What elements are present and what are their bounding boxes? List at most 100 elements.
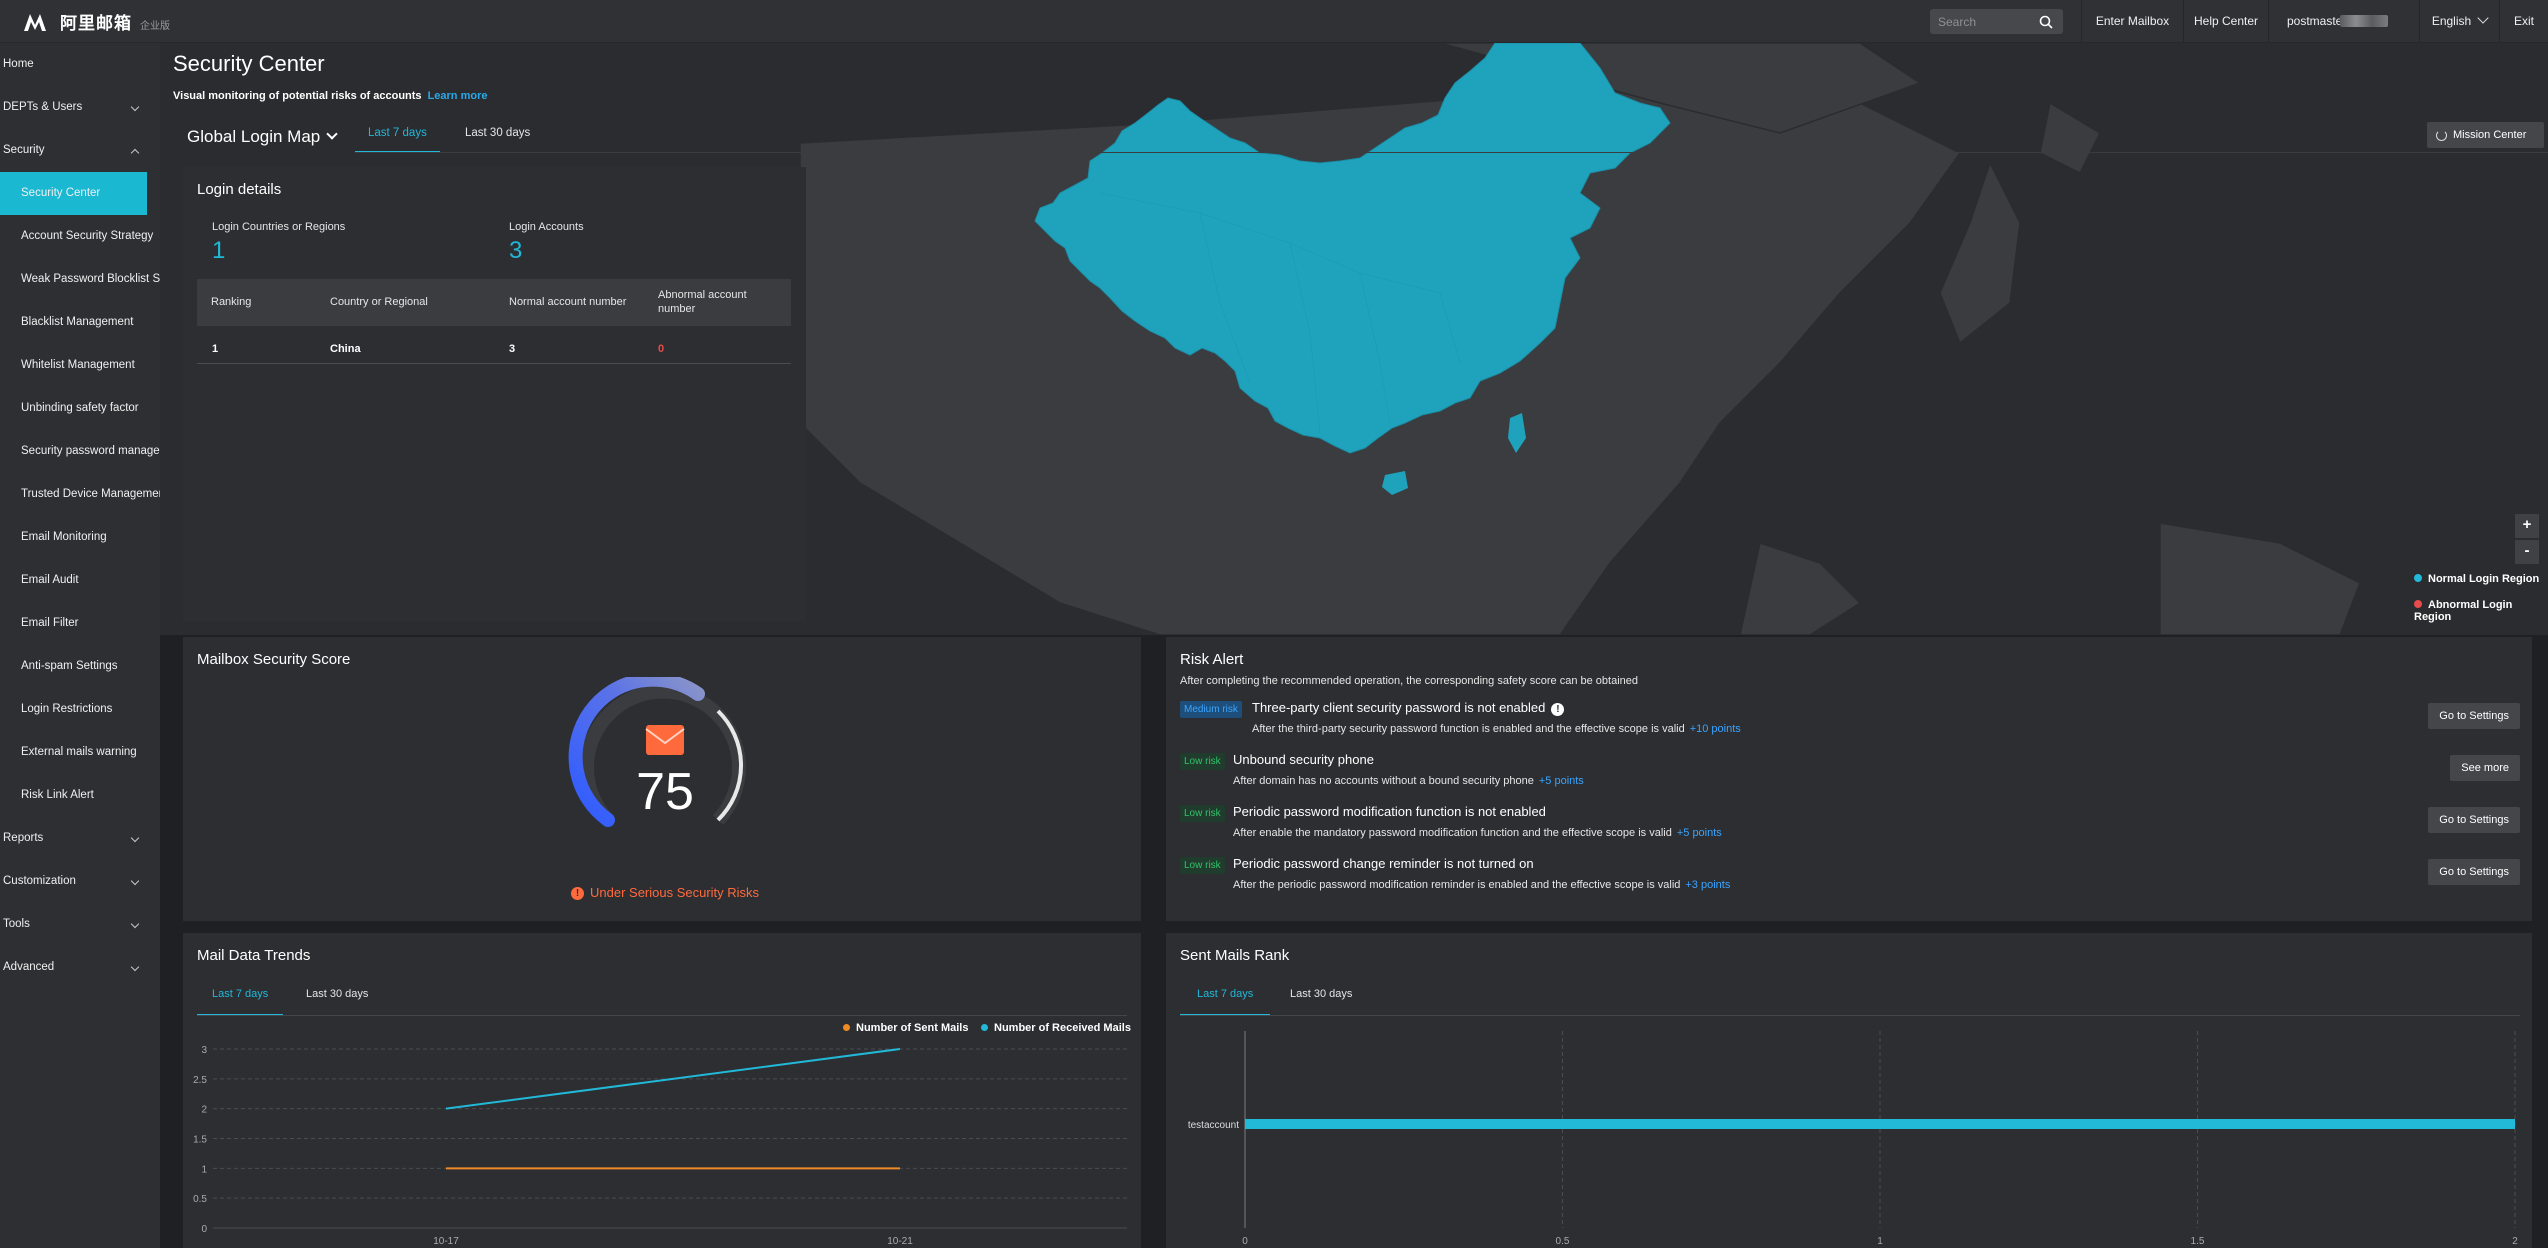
- x-tick-label: 2: [2512, 1236, 2518, 1247]
- y-tick-label: 2: [201, 1105, 207, 1116]
- sidebar-item-label: Login Restrictions: [21, 703, 113, 715]
- sidebar-item-tools[interactable]: Tools: [0, 903, 160, 946]
- y-tick-label: 0.5: [193, 1194, 207, 1205]
- sidebar-item-label: DEPTs & Users: [3, 101, 83, 113]
- sent-mails-bar-chart: 0 0.5 1 1.5 2 testaccount: [1188, 1031, 2518, 1247]
- mission-center-button[interactable]: Mission Center: [2427, 122, 2544, 148]
- risk-description-text: After domain has no accounts without a b…: [1233, 775, 1534, 787]
- sidebar-item-label: Weak Password Blocklist Set: [21, 273, 160, 285]
- chevron-down-icon: [130, 962, 140, 972]
- sidebar-item-reports[interactable]: Reports: [0, 817, 160, 860]
- search-input[interactable]: [1938, 13, 2038, 30]
- risk-item: Low risk Periodic password modification …: [1180, 803, 2520, 855]
- sidebar-item-whitelist-management[interactable]: Whitelist Management: [0, 344, 160, 387]
- legend-dot: [2414, 574, 2422, 582]
- sidebar-item-label: Advanced: [3, 961, 55, 973]
- map-title-dropdown[interactable]: Global Login Map: [187, 127, 338, 147]
- divider: [2268, 0, 2269, 43]
- sidebar-item-trusted-device-management[interactable]: Trusted Device Management: [0, 473, 160, 516]
- sidebar-item-label: Trusted Device Management: [21, 488, 160, 500]
- sidebar-item-security-center[interactable]: Security Center: [0, 172, 147, 215]
- sidebar-item-label: Email Monitoring: [21, 531, 107, 543]
- login-details-title: Login details: [197, 181, 282, 198]
- x-tick-label: 10-21: [887, 1236, 913, 1247]
- legend-dot: [2414, 600, 2422, 608]
- risk-level-badge: Low risk: [1180, 753, 1225, 770]
- security-score-gauge: 75: [568, 677, 746, 827]
- sidebar-item-advanced[interactable]: Advanced: [0, 946, 160, 989]
- risk-description: After enable the mandatory password modi…: [1233, 827, 1722, 839]
- sidebar-item-unbinding-safety-factor[interactable]: Unbinding safety factor: [0, 387, 160, 430]
- risk-description: After the periodic password modification…: [1233, 879, 1730, 891]
- login-details-panel: Login details Login Countries or Regions…: [183, 167, 806, 621]
- sidebar-item-external-mails-warning[interactable]: External mails warning: [0, 731, 160, 774]
- enter-mailbox-link[interactable]: Enter Mailbox: [2082, 0, 2183, 43]
- security-status-text: Under Serious Security Risks: [590, 885, 760, 900]
- risk-description-text: After enable the mandatory password modi…: [1233, 827, 1672, 839]
- logo-mark-icon: [24, 13, 46, 31]
- table-cell-abnormal: 0: [658, 343, 665, 355]
- mail-icon: [645, 725, 685, 755]
- page-title: Security Center: [173, 51, 325, 76]
- card-title: Risk Alert: [1180, 651, 1244, 668]
- sidebar-item-email-audit[interactable]: Email Audit: [0, 559, 160, 602]
- chevron-down-icon: [326, 128, 338, 140]
- exit-link[interactable]: Exit: [2500, 0, 2548, 43]
- sidebar-item-weak-password-blocklist[interactable]: Weak Password Blocklist Set: [0, 258, 160, 301]
- sidebar-item-email-filter[interactable]: Email Filter: [0, 602, 160, 645]
- risk-level-badge: Medium risk: [1180, 701, 1242, 718]
- sidebar-item-anti-spam-settings[interactable]: Anti-spam Settings: [0, 645, 160, 688]
- sidebar-item-email-monitoring[interactable]: Email Monitoring: [0, 516, 160, 559]
- sidebar-item-security-password-management[interactable]: Security password managem: [0, 430, 160, 473]
- user-account[interactable]: postmaster@: [2287, 0, 2359, 43]
- learn-more-link[interactable]: Learn more: [428, 90, 488, 102]
- mail-trends-line-chart: 0 0.5 1 1.5 2 2.5 3 10-17 10-21: [193, 1045, 1127, 1247]
- zoom-out-button[interactable]: -: [2515, 540, 2539, 564]
- risk-description: After the third-party security password …: [1252, 723, 1741, 735]
- sidebar-item-label: Security: [3, 144, 45, 156]
- sidebar-item-risk-link-alert[interactable]: Risk Link Alert: [0, 774, 160, 817]
- risk-level-badge: Low risk: [1180, 805, 1225, 822]
- sidebar-item-security[interactable]: Security: [0, 129, 160, 172]
- y-tick-label: 1.5: [193, 1135, 207, 1146]
- language-selector[interactable]: English: [2420, 0, 2499, 43]
- search-icon[interactable]: [2039, 15, 2053, 29]
- chevron-down-icon: [130, 919, 140, 929]
- security-status: ! Under Serious Security Risks: [571, 885, 759, 901]
- sidebar-item-customization[interactable]: Customization: [0, 860, 160, 903]
- sidebar-item-label: Customization: [3, 875, 76, 887]
- column-header: Ranking: [211, 296, 252, 308]
- help-center-link[interactable]: Help Center: [2184, 0, 2268, 43]
- risk-points: +10 points: [1689, 723, 1741, 735]
- sidebar-item-label: Account Security Strategy: [21, 230, 154, 242]
- see-more-button[interactable]: See more: [2450, 755, 2520, 781]
- sidebar-item-label: Reports: [3, 832, 44, 844]
- risk-title: Periodic password change reminder is not…: [1233, 856, 1534, 871]
- sidebar-item-home[interactable]: Home: [0, 43, 160, 86]
- go-to-settings-button[interactable]: Go to Settings: [2428, 703, 2520, 729]
- info-icon[interactable]: !: [1551, 703, 1565, 716]
- map-tab-last-7-days[interactable]: Last 7 days: [355, 127, 440, 153]
- login-countries-value: 1: [212, 237, 226, 264]
- login-accounts-value: 3: [509, 237, 523, 264]
- column-header: Abnormal account number: [658, 289, 747, 315]
- sidebar-item-label: Tools: [3, 918, 30, 930]
- sidebar-item-depts-users[interactable]: DEPTs & Users: [0, 86, 160, 129]
- chevron-down-icon: [130, 833, 140, 843]
- zoom-in-button[interactable]: +: [2515, 514, 2539, 538]
- login-countries-label: Login Countries or Regions: [212, 221, 346, 233]
- x-tick-label: 10-17: [433, 1236, 459, 1247]
- sidebar-item-label: Security password managem: [21, 445, 160, 457]
- sidebar-item-blacklist-management[interactable]: Blacklist Management: [0, 301, 160, 344]
- card-title: Mailbox Security Score: [197, 651, 351, 668]
- sidebar-item-account-security-strategy[interactable]: Account Security Strategy: [0, 215, 160, 258]
- user-account-masked: [2340, 15, 2388, 27]
- go-to-settings-button[interactable]: Go to Settings: [2428, 859, 2520, 885]
- page-subtitle-text: Visual monitoring of potential risks of …: [173, 90, 422, 102]
- sidebar-item-login-restrictions[interactable]: Login Restrictions: [0, 688, 160, 731]
- map-tab-last-30-days[interactable]: Last 30 days: [465, 127, 530, 153]
- login-table-header: Ranking Country or Regional Normal accou…: [197, 279, 791, 326]
- go-to-settings-button[interactable]: Go to Settings: [2428, 807, 2520, 833]
- warning-icon: !: [571, 887, 584, 900]
- logo[interactable]: 阿里邮箱 企业版: [22, 8, 170, 35]
